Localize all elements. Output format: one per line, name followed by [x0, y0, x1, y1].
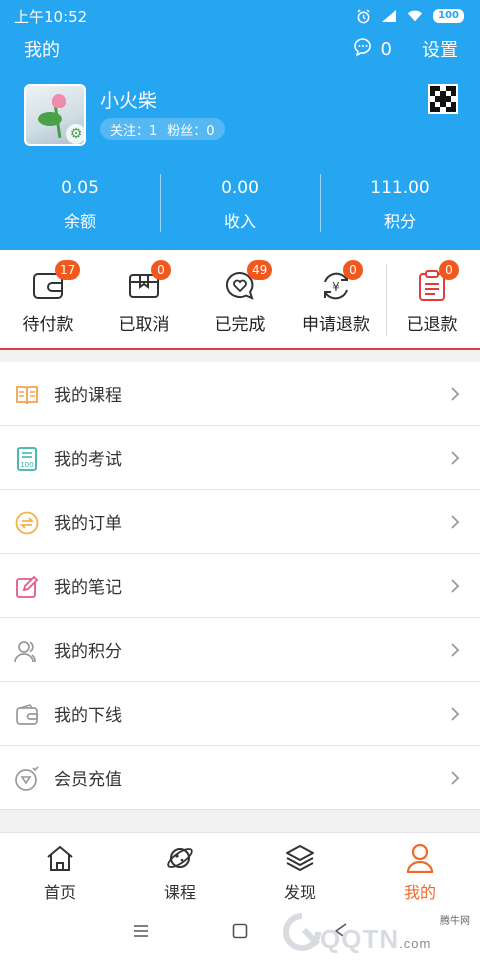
battery-indicator: 100 — [433, 9, 464, 23]
watermark-brand: QQTN — [320, 924, 400, 954]
chevron-right-icon — [451, 771, 460, 785]
menu-label: 我的积分 — [54, 642, 122, 662]
wifi-icon — [407, 9, 423, 23]
exam-icon: 100 — [14, 446, 40, 472]
title-bar: 我的 0 设置 — [0, 32, 480, 66]
signal-icon — [381, 9, 397, 23]
chat-bubble-icon — [353, 37, 373, 62]
tab-label: 发现 — [283, 883, 316, 902]
avatar-gear-icon[interactable]: ⚙ — [66, 124, 86, 144]
stat-label: 余额 — [63, 212, 96, 231]
qr-code-icon[interactable] — [428, 84, 458, 114]
order-label: 已取消 — [118, 315, 170, 335]
chevron-right-icon — [451, 579, 460, 593]
menu-item-exams[interactable]: 100 我的考试 — [0, 426, 480, 490]
followers-count: 粉丝：0 — [167, 123, 215, 139]
menu-lines-icon[interactable] — [130, 920, 152, 942]
edit-icon — [14, 574, 40, 600]
status-bar: 上午10:52 100 — [0, 0, 480, 32]
menu-label: 我的下线 — [54, 706, 122, 726]
settings-button[interactable]: 设置 — [422, 36, 458, 62]
tab-discover[interactable]: 发现 — [240, 833, 360, 902]
status-time: 上午10:52 — [14, 7, 88, 26]
stat-value: 0.05 — [61, 178, 99, 198]
svg-text:100: 100 — [20, 461, 33, 469]
users-icon — [14, 638, 40, 664]
tab-label: 我的 — [403, 883, 436, 902]
tab-label: 课程 — [163, 883, 196, 902]
stat-value: 0.00 — [221, 178, 259, 198]
menu-item-vip-recharge[interactable]: 会员充值 — [0, 746, 480, 810]
chevron-right-icon — [451, 515, 460, 529]
stat-income[interactable]: 0.00 收入 — [160, 170, 320, 234]
order-label: 已退款 — [406, 315, 458, 335]
watermark-site-name: 腾牛网 — [440, 916, 470, 927]
messages-button[interactable]: 0 — [353, 37, 392, 62]
order-refunded[interactable]: 0 已退款 — [384, 250, 480, 348]
layers-icon — [283, 841, 317, 875]
bottom-tab-bar: 首页 课程 发现 我的 — [0, 832, 480, 902]
menu-label: 我的考试 — [54, 450, 122, 470]
menu-item-courses[interactable]: 我的课程 — [0, 362, 480, 426]
menu-label: 我的课程 — [54, 386, 122, 406]
svg-text:¥: ¥ — [332, 280, 340, 294]
follow-stats[interactable]: 关注：1 粉丝：0 — [100, 118, 225, 140]
order-status-bar: 17 待付款 0 已取消 49 已完成 ¥ 0 申请退款 0 已退款 — [0, 250, 480, 350]
account-stats: 0.05 余额 0.00 收入 111.00 积分 — [0, 170, 480, 234]
watermark-logo-icon — [283, 913, 321, 951]
stat-value: 111.00 — [370, 178, 430, 198]
stat-label: 收入 — [223, 212, 256, 231]
home-square-icon[interactable] — [229, 920, 251, 942]
tab-home[interactable]: 首页 — [0, 833, 120, 902]
chevron-right-icon — [451, 451, 460, 465]
user-icon — [403, 841, 437, 875]
menu-label: 我的订单 — [54, 514, 122, 534]
vip-diamond-icon — [14, 766, 40, 792]
order-label: 待付款 — [22, 315, 74, 335]
exchange-icon — [14, 510, 40, 536]
menu-list: 我的课程 100 我的考试 我的订单 我的笔记 我的积分 我的下线 会员充值 — [0, 362, 480, 810]
order-refund-request[interactable]: ¥ 0 申请退款 — [288, 250, 384, 348]
planet-icon — [163, 841, 197, 875]
stat-label: 积分 — [383, 212, 416, 231]
menu-item-points[interactable]: 我的积分 — [0, 618, 480, 682]
chevron-right-icon — [451, 387, 460, 401]
site-watermark: 腾牛网 QQTN.com — [280, 906, 476, 958]
following-count: 关注：1 — [110, 123, 158, 139]
home-icon — [43, 841, 77, 875]
order-badge: 0 — [439, 260, 459, 280]
tab-me[interactable]: 我的 — [360, 833, 480, 902]
order-badge: 49 — [247, 260, 273, 280]
menu-item-notes[interactable]: 我的笔记 — [0, 554, 480, 618]
chevron-right-icon — [451, 707, 460, 721]
message-count: 0 — [380, 38, 392, 60]
profile-card: ⚙ 小火柴 关注：1 粉丝：0 — [24, 84, 464, 146]
menu-label: 我的笔记 — [54, 578, 122, 598]
stat-points[interactable]: 111.00 积分 — [320, 170, 480, 234]
stat-balance[interactable]: 0.05 余额 — [0, 170, 160, 234]
order-badge: 17 — [55, 260, 81, 280]
order-pending-payment[interactable]: 17 待付款 — [0, 250, 96, 348]
book-icon — [14, 382, 40, 408]
order-completed[interactable]: 49 已完成 — [192, 250, 288, 348]
order-label: 申请退款 — [302, 315, 370, 335]
page-title: 我的 — [24, 40, 60, 61]
username: 小火柴 — [100, 90, 158, 112]
alarm-icon — [355, 8, 371, 23]
wallet-outline-icon — [14, 702, 40, 728]
profile-header: 上午10:52 100 我的 0 设置 ⚙ 小火柴 关注：1 粉丝：0 0.05… — [0, 0, 480, 250]
order-label: 已完成 — [214, 315, 266, 335]
menu-item-orders[interactable]: 我的订单 — [0, 490, 480, 554]
tab-courses[interactable]: 课程 — [120, 833, 240, 902]
order-badge: 0 — [343, 260, 363, 280]
menu-label: 会员充值 — [54, 770, 122, 790]
tab-label: 首页 — [43, 883, 76, 902]
order-cancelled[interactable]: 0 已取消 — [96, 250, 192, 348]
menu-item-downline[interactable]: 我的下线 — [0, 682, 480, 746]
chevron-right-icon — [451, 643, 460, 657]
watermark-suffix: .com — [399, 936, 432, 951]
order-badge: 0 — [151, 260, 171, 280]
